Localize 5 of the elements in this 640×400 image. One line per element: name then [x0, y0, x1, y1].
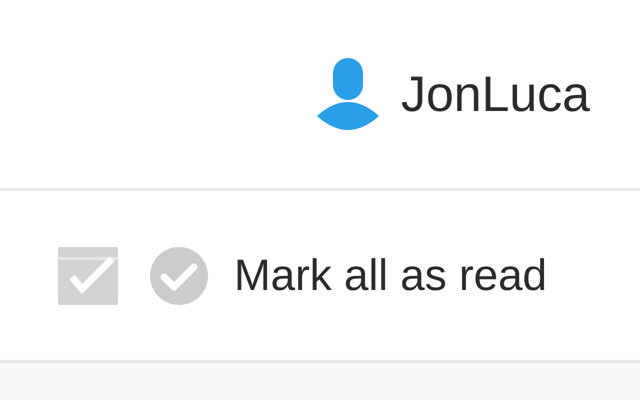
checkbox-icon	[58, 246, 118, 304]
check-circle-icon[interactable]	[150, 246, 208, 304]
mark-all-read-link[interactable]: Mark all as read	[234, 254, 548, 298]
username: JonLuca	[400, 69, 590, 119]
user-icon	[316, 58, 379, 130]
